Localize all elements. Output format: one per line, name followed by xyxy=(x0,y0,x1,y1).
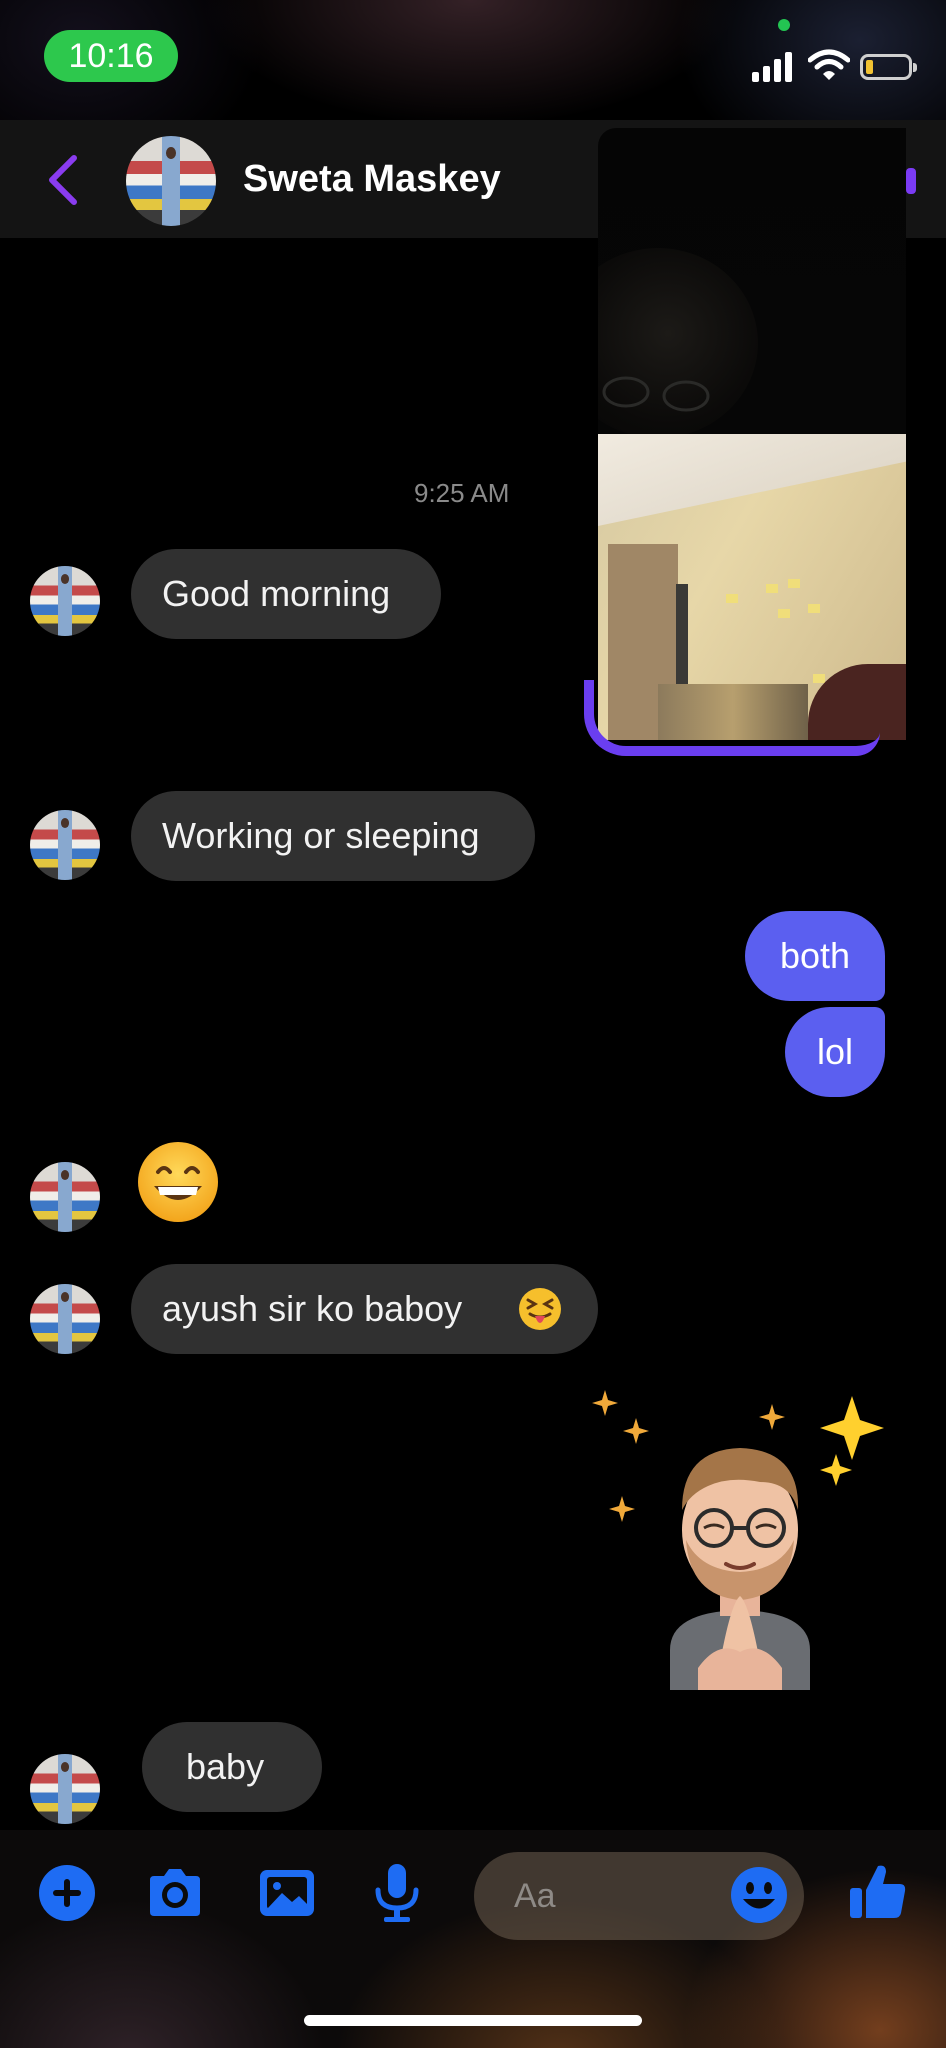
video-preview-frame xyxy=(584,680,880,756)
squinting-tongue-emoji xyxy=(519,1288,561,1330)
sender-avatar[interactable] xyxy=(30,1162,100,1232)
outgoing-message[interactable]: both xyxy=(745,911,885,1001)
sender-avatar[interactable] xyxy=(30,1284,100,1354)
emoji-icon[interactable] xyxy=(728,1864,790,1926)
microphone-icon[interactable] xyxy=(366,1862,428,1924)
sender-avatar[interactable] xyxy=(30,810,100,880)
sender-avatar[interactable] xyxy=(30,1754,100,1824)
incoming-message[interactable]: ayush sir ko baboy xyxy=(131,1264,598,1354)
back-chevron-icon[interactable] xyxy=(40,150,86,210)
camera-in-use-indicator xyxy=(778,19,790,31)
home-indicator xyxy=(304,2015,642,2026)
sender-avatar[interactable] xyxy=(30,566,100,636)
grinning-face-emoji[interactable] xyxy=(136,1140,220,1224)
incoming-message[interactable]: Working or sleeping xyxy=(131,791,535,881)
incoming-message[interactable]: Good morning xyxy=(131,549,441,639)
cellular-signal-icon xyxy=(752,48,794,82)
wifi-icon xyxy=(808,49,850,80)
incoming-message-text: ayush sir ko baboy xyxy=(162,1288,463,1329)
outgoing-message[interactable]: lol xyxy=(785,1007,885,1097)
battery-icon xyxy=(860,54,917,80)
message-timestamp: 9:25 AM xyxy=(414,478,510,508)
plus-icon[interactable] xyxy=(36,1862,98,1924)
gallery-icon[interactable] xyxy=(256,1862,318,1924)
call-indicator[interactable] xyxy=(906,168,916,194)
video-call-preview[interactable] xyxy=(598,128,906,740)
memoji-namaste-sticker[interactable] xyxy=(590,1390,890,1700)
contact-avatar[interactable] xyxy=(126,136,216,226)
camera-icon[interactable] xyxy=(144,1862,206,1924)
contact-name[interactable]: Sweta Maskey xyxy=(243,158,501,201)
glasses-shape xyxy=(602,376,710,412)
thumbs-up-icon[interactable] xyxy=(846,1860,908,1922)
incoming-message[interactable]: baby xyxy=(142,1722,322,1812)
status-time: 10:16 xyxy=(44,30,178,82)
